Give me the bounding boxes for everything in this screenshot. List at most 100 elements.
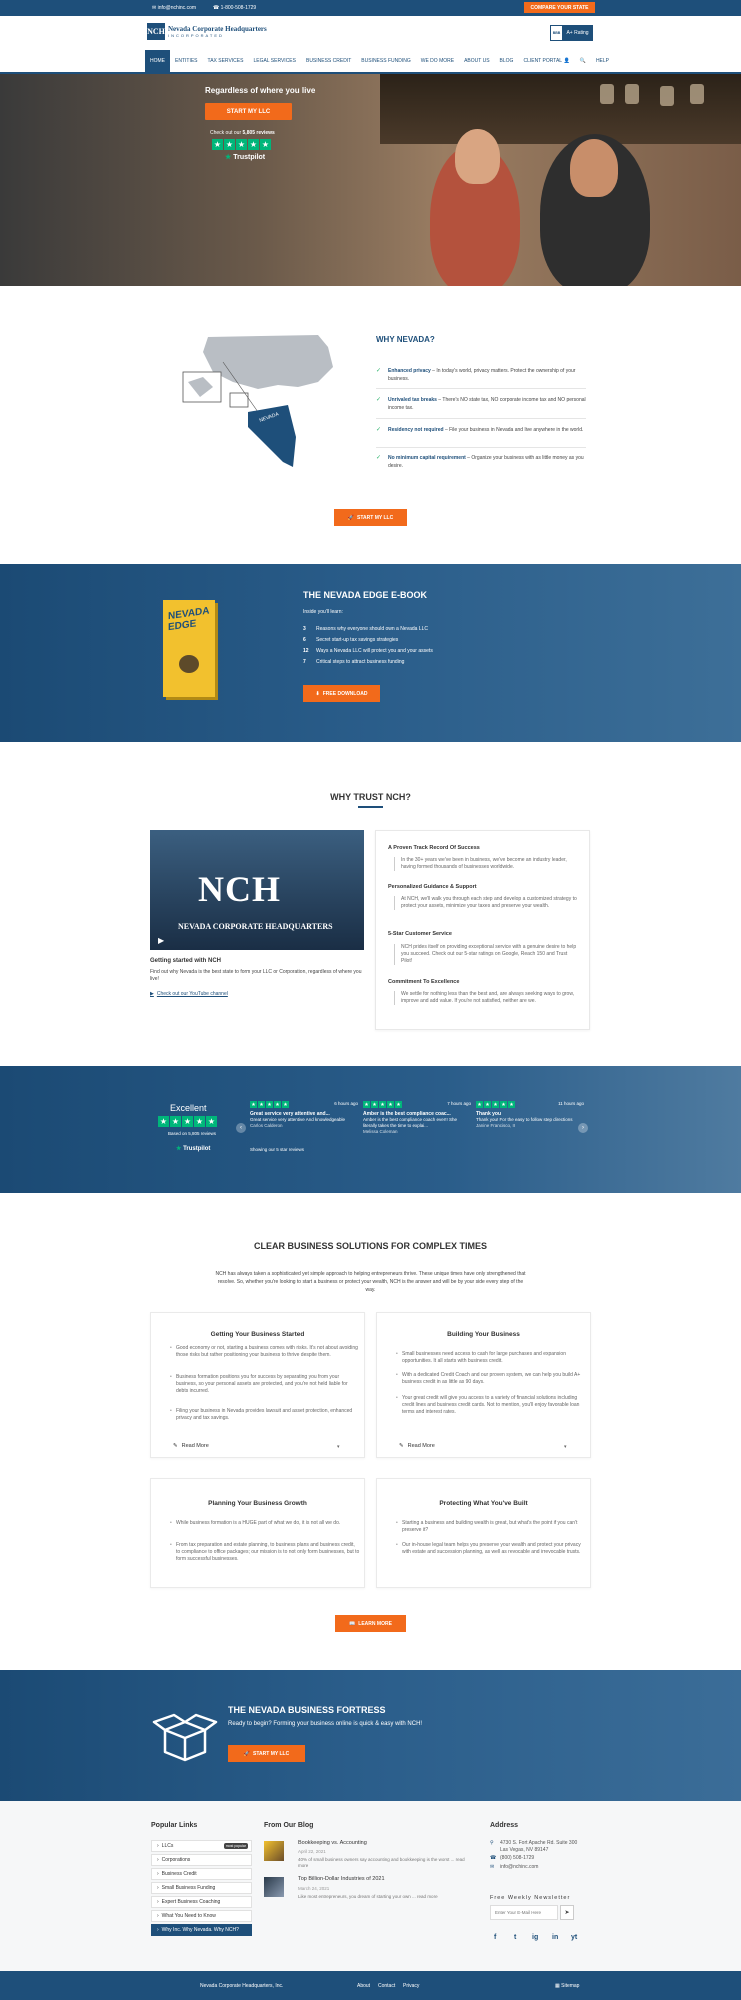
review-card[interactable]: ★ ★ ★ ★ ★ 7 hours ago Amber is the best comp… — [363, 1101, 471, 1135]
footer-link-expert-coaching[interactable]: › Expert Business Coaching — [151, 1896, 252, 1908]
nav-entities[interactable]: ENTITIES — [170, 50, 203, 72]
why-item: ✓ No minimum capital requirement – Organi… — [376, 454, 586, 470]
free-download-label: FREE DOWNLOAD — [322, 690, 368, 697]
nav-client-portal-label: CLIENT PORTAL — [523, 58, 563, 64]
chevron-down-icon[interactable]: ▾ — [337, 1444, 340, 1450]
sitemap-link[interactable]: ▦ Sitemap — [555, 1983, 579, 1989]
nevada-edge-book-image: NEVADA EDGE — [163, 600, 215, 697]
video-nch-subtitle: NEVADA CORPORATE HEADQUARTERS — [178, 922, 333, 931]
solution-card-text: With a dedicated Credit Coach and our pr… — [396, 1372, 586, 1386]
nav-about-us[interactable]: ABOUT US — [459, 50, 494, 72]
compare-state-button[interactable]: COMPARE YOUR STATE — [524, 2, 595, 13]
read-more-link[interactable]: ✎ Read More — [173, 1443, 209, 1449]
sitemap-icon: ▦ — [555, 1983, 560, 1989]
footer-link-why-nch[interactable]: › Why Inc. Why Nevada. Why NCH? — [151, 1924, 252, 1936]
ebook-title: THE NEVADA EDGE E-BOOK — [303, 590, 428, 600]
email-link[interactable]: ✉ info@nchinc.com — [152, 5, 196, 11]
footer-link-small-business-funding[interactable]: › Small Business Funding — [151, 1882, 252, 1894]
footer-link-corporations[interactable]: › Corporations — [151, 1854, 252, 1866]
footer-link-llcs[interactable]: › LLCs most popular — [151, 1840, 252, 1852]
blog-title: From Our Blog — [264, 1822, 314, 1829]
chevron-right-icon: › — [157, 1885, 159, 1891]
youtube-icon[interactable]: yt — [571, 1934, 577, 1941]
logo[interactable]: NCH Nevada Corporate Headquarters INCORP… — [147, 23, 267, 40]
newsletter-email-input[interactable] — [490, 1905, 558, 1920]
start-my-llc-button[interactable]: 🚀 START MY LLC — [228, 1745, 305, 1762]
download-icon: ⬇ — [315, 690, 320, 697]
chevron-right-icon[interactable]: › — [578, 1123, 588, 1133]
blog-thumbnail[interactable] — [264, 1877, 284, 1897]
phone-icon: ☎ — [490, 1855, 497, 1861]
why-item-bold: Unrivaled tax breaks — [388, 397, 437, 403]
footer-link-label: Why Inc. Why Nevada. Why NCH? — [161, 1927, 239, 1933]
footer-link-label: What You Need to Know — [161, 1913, 216, 1919]
star-icon: ★ — [212, 139, 223, 150]
search-icon[interactable]: 🔍 — [575, 50, 591, 72]
review-author: Melissa Coleman — [363, 1129, 398, 1134]
bottom-link-privacy[interactable]: Privacy — [403, 1983, 419, 1989]
footer-link-what-you-need[interactable]: › What You Need to Know — [151, 1910, 252, 1922]
bottom-link-contact[interactable]: Contact — [378, 1983, 395, 1989]
blog-post-title[interactable]: Bookkeeping vs. Accounting — [298, 1840, 367, 1846]
trustpilot-logo: ★ Trustpilot — [176, 1145, 210, 1152]
play-icon[interactable]: ▶ — [158, 936, 164, 945]
nav-client-portal[interactable]: CLIENT PORTAL 👤 — [518, 50, 574, 72]
youtube-channel-link[interactable]: ▶ Check out our YouTube channel — [150, 991, 228, 997]
facebook-icon[interactable]: f — [494, 1934, 496, 1941]
nav-we-do-more[interactable]: WE DO MORE — [416, 50, 459, 72]
star-icon: ★ — [170, 1116, 181, 1127]
address-street: ⚲ 4730 S. Fort Apache Rd. Suite 300 — [490, 1840, 577, 1846]
address-phone[interactable]: ☎ (800) 508-1729 — [490, 1855, 534, 1861]
address-city: Las Vegas, NV 89147 — [500, 1847, 549, 1853]
start-my-llc-button[interactable]: 🚀 START MY LLC — [334, 509, 407, 526]
review-card[interactable]: ★ ★ ★ ★ ★ 11 hours ago Thank you Thank you! … — [476, 1101, 584, 1129]
hero-jar-image — [625, 84, 639, 104]
ebook-inside-label: Inside you'll learn: — [303, 609, 343, 615]
send-icon[interactable]: ➤ — [560, 1905, 574, 1920]
hero-shelf-image — [380, 74, 741, 144]
learn-more-button[interactable]: 📖 LEARN MORE — [335, 1615, 406, 1632]
trust-point-text: In the 30+ years we've been in business,… — [394, 857, 579, 871]
nav-home[interactable]: HOME — [145, 50, 170, 72]
solution-card-text: Starting a business and building wealth … — [396, 1520, 586, 1534]
chevron-right-icon: › — [157, 1871, 159, 1877]
trustpilot-logo: ★ Trustpilot — [225, 153, 265, 161]
address-email[interactable]: ✉ info@nchinc.com — [490, 1864, 538, 1870]
footer-link-business-credit[interactable]: › Business Credit — [151, 1868, 252, 1880]
why-item-bold: No minimum capital requirement — [388, 455, 466, 461]
email-text: info@nchinc.com — [500, 1864, 539, 1870]
bbb-rating: A+ Rating — [563, 26, 592, 40]
why-nevada-title: WHY NEVADA? — [376, 335, 435, 344]
linkedin-icon[interactable]: in — [552, 1934, 558, 1941]
instagram-icon[interactable]: ig — [532, 1934, 538, 1941]
most-popular-badge: most popular — [223, 1843, 248, 1849]
hero-reviews-text[interactable]: Check out our 5,805 reviews — [210, 130, 275, 136]
hero-title: START YOUR NEVADA LLC TODAY! — [205, 42, 401, 76]
blog-thumbnail[interactable] — [264, 1841, 284, 1861]
blog-post-title[interactable]: Top Billion-Dollar Industries of 2021 — [298, 1876, 385, 1882]
solution-card-title: Protecting What You've Built — [439, 1500, 528, 1507]
trust-point-text: NCH prides itself on providing exception… — [394, 944, 579, 965]
solution-card — [150, 1478, 365, 1588]
user-icon: 👤 — [563, 58, 570, 64]
review-card[interactable]: ★ ★ ★ ★ ★ 6 hours ago Great service very att… — [250, 1101, 358, 1129]
email-icon: ✉ — [490, 1864, 495, 1870]
twitter-icon[interactable]: t — [514, 1934, 516, 1941]
chevron-left-icon[interactable]: ‹ — [236, 1123, 246, 1133]
bottom-link-about[interactable]: About — [357, 1983, 370, 1989]
nav-help[interactable]: HELP — [591, 50, 614, 72]
video-player[interactable]: NCH NEVADA CORPORATE HEADQUARTERS ▶ — [150, 830, 364, 950]
divider — [376, 388, 586, 389]
ebook-list-item: 3 Reasons why everyone should own a Nevad… — [303, 626, 428, 632]
read-more-link[interactable]: ✎ Read More — [399, 1443, 435, 1449]
bbb-logo: BBB — [551, 26, 563, 40]
trustpilot-star-icon: ★ — [225, 154, 232, 161]
free-download-button[interactable]: ⬇ FREE DOWNLOAD — [303, 685, 380, 702]
phone-link[interactable]: ☎ 1-800-508-1729 — [213, 5, 256, 11]
nav-blog[interactable]: BLOG — [495, 50, 519, 72]
footer-link-label: LLCs — [161, 1843, 174, 1849]
start-my-llc-button[interactable]: START MY LLC — [205, 103, 292, 120]
chevron-down-icon[interactable]: ▾ — [564, 1444, 567, 1450]
book-icon: 📖 — [349, 1620, 356, 1627]
bbb-badge[interactable]: BBB A+ Rating — [550, 25, 593, 41]
